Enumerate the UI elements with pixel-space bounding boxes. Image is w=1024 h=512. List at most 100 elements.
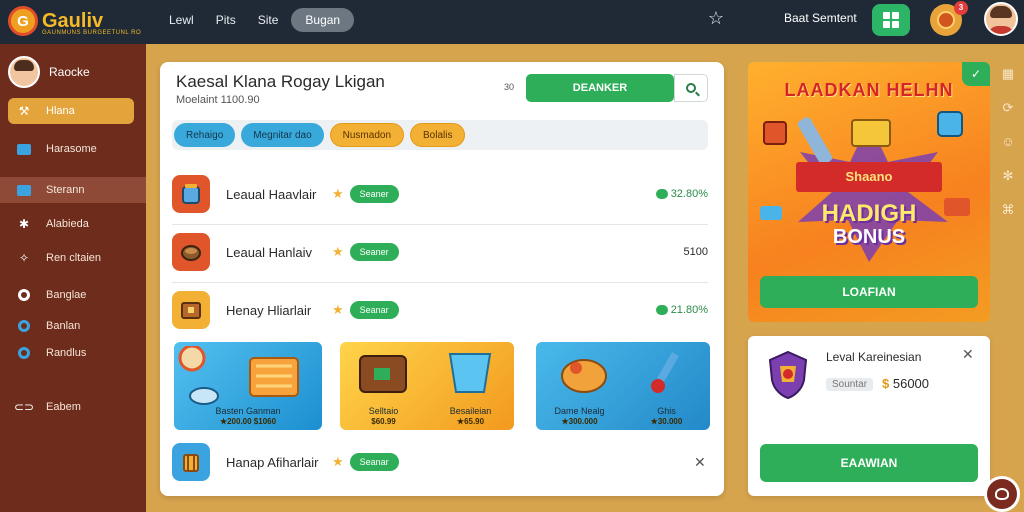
avatar-shirt bbox=[988, 26, 1014, 34]
filter-chip-2[interactable]: Megnitar dao bbox=[241, 123, 324, 147]
monitor-icon bbox=[16, 182, 32, 198]
share-icon[interactable]: ⌘ bbox=[1000, 202, 1016, 218]
star-icon: ★ bbox=[332, 186, 344, 201]
sidebar-item-6[interactable]: Banglae bbox=[8, 282, 134, 308]
settings-icon[interactable]: ✻ bbox=[1000, 168, 1016, 184]
row-tag[interactable]: Seaner bbox=[349, 185, 399, 203]
sidebar-item-label: Harasome bbox=[46, 143, 97, 155]
topnav-item-2[interactable]: Pits bbox=[207, 8, 245, 32]
crate-icon bbox=[172, 443, 210, 481]
chat-icon[interactable]: ☺ bbox=[1000, 134, 1016, 150]
pot-icon bbox=[172, 233, 210, 271]
divider bbox=[172, 224, 708, 225]
search-label: 30 bbox=[504, 82, 515, 92]
sidebar-item-label: Banlan bbox=[46, 320, 81, 332]
grid-icon bbox=[883, 12, 899, 28]
logo-tagline: GAUNMUNS BURGEETUNL RO bbox=[42, 30, 142, 36]
status-dot bbox=[655, 305, 668, 315]
filter-chip-4[interactable]: Bolalis bbox=[410, 123, 466, 147]
sidebar-item-label: Randlus bbox=[46, 347, 87, 359]
gift-icon: ✧ bbox=[18, 251, 30, 265]
promo-headline: HADIGH bbox=[821, 200, 917, 227]
list-item[interactable]: Leaual Haavlair ★ Seaner 32.80% bbox=[172, 174, 708, 214]
sidebar-user[interactable]: Raocke bbox=[8, 56, 90, 88]
row-value: 21.80% bbox=[655, 304, 708, 316]
circle-icon bbox=[16, 345, 32, 361]
star-icon: ★ bbox=[332, 454, 344, 469]
sidebar-item-5[interactable]: ✧ Ren cltaien bbox=[8, 245, 134, 271]
window-icon bbox=[16, 141, 32, 157]
topnav-item-1[interactable]: Lewl bbox=[160, 8, 203, 32]
sidebar-item-2[interactable]: Harasome bbox=[8, 136, 134, 162]
row-value-text: 5100 bbox=[683, 246, 708, 258]
row-title: Henay Hliarlair bbox=[226, 302, 312, 318]
offer-card: Leval Kareinesian Sountar $ 56000 ✕ EAAW… bbox=[748, 336, 990, 496]
sidebar-item-8[interactable]: Randlus bbox=[8, 340, 134, 366]
filter-chip-1[interactable]: Rehaigo bbox=[174, 123, 236, 147]
offer-title: Leval Kareinesian bbox=[826, 350, 922, 364]
row-tag[interactable]: Seanar bbox=[349, 453, 399, 471]
search-button[interactable] bbox=[674, 74, 708, 102]
game-card-1[interactable]: Basten Ganman ★200.00 $1060 bbox=[174, 342, 322, 430]
check-icon[interactable]: ✓ bbox=[962, 62, 990, 86]
currency-symbol: $ bbox=[882, 376, 890, 391]
app-logo[interactable]: G Gauliv GAUNMUNS BURGEETUNL RO bbox=[8, 6, 141, 36]
sidebar-avatar bbox=[8, 56, 40, 88]
logo-icon: G bbox=[8, 6, 38, 36]
promo-banner[interactable]: LAADKAN HELHN Shaano HADIGH BONUS LOAFIA… bbox=[748, 62, 990, 322]
logo-text: Gauliv bbox=[42, 10, 104, 32]
promo-ribbon: Shaano bbox=[796, 162, 942, 192]
sidebar-item-label: Sterann bbox=[46, 184, 85, 196]
close-icon[interactable]: ✕ bbox=[962, 346, 974, 363]
sparkle-icon: ✱ bbox=[18, 217, 30, 231]
topnav-item-active[interactable]: Bugan bbox=[291, 8, 355, 32]
list-item[interactable]: Leaual Hanlaiv ★ Seaner 5100 bbox=[172, 232, 708, 272]
sidebar-item-1[interactable]: ⚒ Hlana bbox=[8, 98, 134, 124]
row-value-text: 32.80% bbox=[670, 188, 708, 200]
offer-label: Sountar bbox=[826, 378, 874, 391]
filter-bar: Rehaigo Megnitar dao Nusmadon Bolalis bbox=[172, 120, 708, 150]
card-label: Ghis bbox=[657, 406, 676, 416]
chat-button[interactable] bbox=[984, 476, 1020, 512]
grid-icon[interactable]: ▦ bbox=[1000, 66, 1016, 82]
promo-title: LAADKAN HELHN bbox=[784, 80, 954, 100]
list-item[interactable]: Hanap Afiharlair ★ Seanar bbox=[172, 442, 708, 482]
sidebar-item-label: Ren cltaien bbox=[46, 252, 102, 264]
sidebar-item-9[interactable]: ⊂⊃ Eabem bbox=[8, 394, 134, 420]
primary-button[interactable]: DEANKER bbox=[526, 74, 674, 102]
row-tag[interactable]: Seaner bbox=[349, 243, 399, 261]
header-user-name[interactable]: Baat Semtent bbox=[784, 11, 857, 25]
circle-icon bbox=[16, 318, 32, 334]
card-sub: $60.99 bbox=[371, 417, 396, 426]
card-sub: ★65.90 bbox=[456, 417, 485, 426]
offer-price: $ 56000 bbox=[882, 376, 929, 391]
list-item[interactable]: Henay Hliarlair ★ Seanar 21.80% bbox=[172, 290, 708, 330]
sidebar-username: Raocke bbox=[49, 65, 90, 79]
sidebar-item-4[interactable]: ✱ Alabieda bbox=[8, 211, 134, 237]
user-avatar[interactable] bbox=[984, 2, 1018, 36]
page-title: Kaesal Klana Rogay Lkigan bbox=[176, 72, 385, 91]
row-title: Hanap Afiharlair bbox=[226, 454, 319, 470]
sidebar-item-7[interactable]: Banlan bbox=[8, 313, 134, 339]
refresh-icon[interactable]: ⟳ bbox=[1000, 100, 1016, 116]
filter-chip-3[interactable]: Nusmadon bbox=[329, 123, 404, 147]
apps-button[interactable] bbox=[872, 4, 910, 36]
row-tag[interactable]: Seanar bbox=[349, 301, 399, 319]
row-value-text: 21.80% bbox=[670, 304, 708, 316]
offer-button[interactable]: EAAWIAN bbox=[760, 444, 978, 482]
main-panel: Kaesal Klana Rogay Lkigan Moelaint 1100.… bbox=[160, 62, 724, 496]
close-icon[interactable]: ✕ bbox=[694, 454, 706, 471]
card-sub: ★30.000 bbox=[650, 417, 683, 426]
star-icon[interactable]: ☆ bbox=[706, 8, 726, 28]
game-card-2[interactable]: Selltaio $60.99 Besaileian ★65.90 bbox=[340, 342, 514, 430]
sidebar-item-3[interactable]: Sterann bbox=[0, 177, 146, 203]
promo-button[interactable]: LOAFIAN bbox=[760, 276, 978, 308]
puzzle-icon: ⚒ bbox=[18, 104, 30, 118]
topnav-item-3[interactable]: Site bbox=[249, 8, 288, 32]
link-icon: ⊂⊃ bbox=[13, 400, 35, 414]
promo-subheadline: BONUS bbox=[832, 226, 906, 248]
game-card-3[interactable]: Dame Nealg ★300.000 Ghis ★30.000 bbox=[536, 342, 710, 430]
top-nav: Lewl Pits Site Bugan bbox=[160, 8, 355, 32]
divider bbox=[172, 282, 708, 283]
star-icon: ★ bbox=[332, 302, 344, 317]
